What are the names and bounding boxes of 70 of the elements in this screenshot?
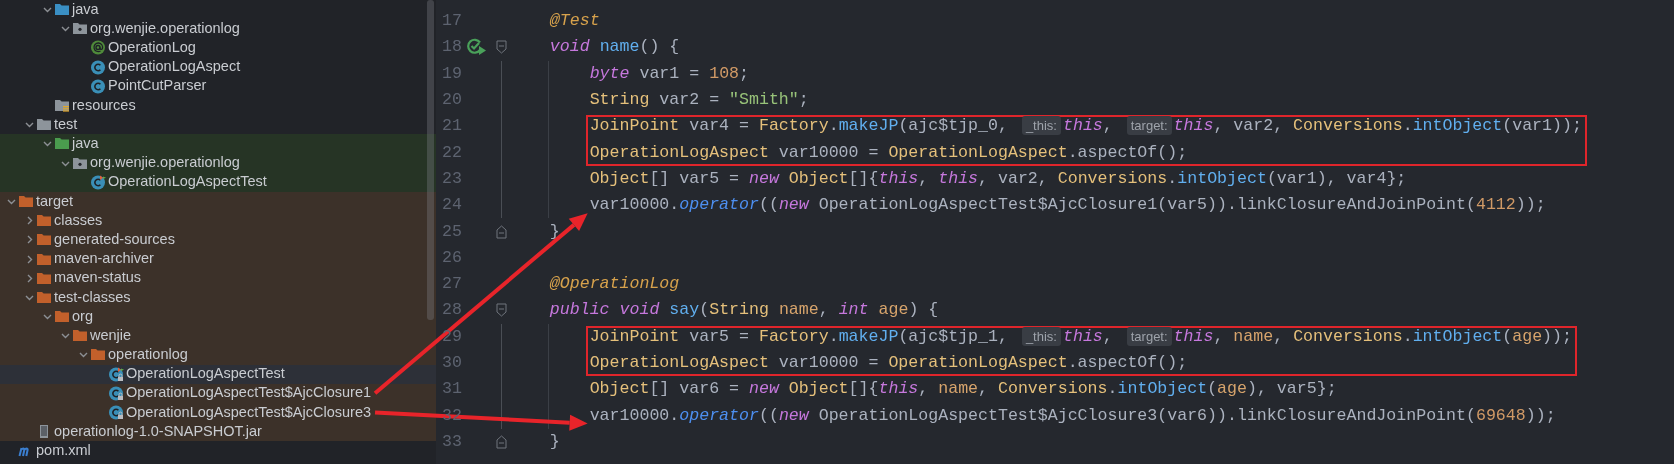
class-icon [90,78,106,94]
code-line: public void say(String name, int age) { [549,299,939,322]
tree-item[interactable]: operationlog-1.0-SNAPSHOT.jar [0,422,436,442]
line-number: 30 [441,354,462,372]
tree-item[interactable]: target [0,191,436,212]
code-line: } [549,430,560,453]
code-line: var10000.operator((new OperationLogAspectTest$AjcClosure3(var6)).linkClosureAndJoinPoint(69648)); [589,404,1556,427]
class-icon [108,385,124,401]
tree-item[interactable]: operationlog [0,345,436,365]
tree-item[interactable]: pom.xml [0,441,436,461]
line-number: 20 [441,91,462,110]
code-line: @Test [549,10,600,33]
line-number: 25 [441,222,462,241]
package-icon [72,21,88,37]
tree-item[interactable]: generated-sources [0,230,436,250]
line-number: 26 [441,248,462,267]
code-line: void name() { [549,36,680,59]
tree-item[interactable]: maven-archiver [0,249,436,269]
code-line: JoinPoint var5 = Factory.makeJP(ajc$tjp_1, _this: this, target: this, name, Conversions.intObject(age)); [589,325,1572,348]
code-line: JoinPoint var4 = Factory.makeJP(ajc$tjp_0, _this: this, target: this, var2, Conversions.intObject(var1)); [589,115,1582,138]
line-number: 23 [441,169,462,188]
code-line: } [549,220,560,243]
tree-item[interactable]: maven-status [0,268,436,288]
tree-item[interactable]: resources [0,95,436,116]
line-number: 18 [441,38,462,57]
line-number: 29 [441,327,462,346]
line-number: 31 [441,380,462,399]
fold-icon[interactable] [495,303,507,318]
line-number: 19 [441,64,462,83]
code-line: byte var1 = 108; [589,62,749,85]
line-number: 22 [441,143,462,162]
code-line: OperationLogAspect var10000 = OperationLogAspect.aspectOf(); [589,141,1188,164]
code-line: @OperationLog [549,273,680,296]
code-line: Object[] var5 = new Object[]{this, this, var2, Conversions.intObject(var1), var4}; [589,167,1407,190]
code-line: OperationLogAspect var10000 = OperationLogAspect.aspectOf(); [589,352,1188,374]
class-icon [90,59,106,75]
line-number: 21 [441,117,462,136]
tree-item[interactable]: wenjie [0,326,436,346]
line-number: 33 [441,432,462,451]
tree-item[interactable]: PointCutParser [0,76,436,96]
scrollbar-thumb[interactable] [427,0,434,320]
fold-icon[interactable] [495,434,507,449]
tree-item[interactable]: OperationLogAspect [0,57,436,77]
tree-item[interactable]: OperationLog [0,38,436,58]
tree-item[interactable]: org.wenjie.operationlog [0,19,436,39]
tree-item[interactable]: java [0,134,436,154]
line-number: 17 [441,12,462,31]
tree-item[interactable]: org [0,307,436,327]
package-icon [72,155,88,171]
class-icon [108,405,124,421]
tree-item[interactable]: classes [0,211,436,231]
annotation-icon [90,40,106,56]
run-icon[interactable] [467,38,487,57]
test-class-icon [108,366,124,382]
folder-icon [54,2,70,18]
test-class-icon [90,174,106,190]
resources-folder-icon [54,98,70,114]
code-line: Object[] var6 = new Object[]{this, name, Conversions.intObject(age), var5}; [589,378,1337,401]
tree-item[interactable]: OperationLogAspectTest [0,172,436,192]
tree-item[interactable]: test-classes [0,287,436,307]
fold-icon[interactable] [495,40,507,55]
tree-item[interactable]: java [0,0,436,20]
line-number: 24 [441,196,462,215]
tree-item[interactable]: org.wenjie.operationlog [0,153,436,173]
code-line: String var2 = "Smith"; [589,89,809,112]
line-number: 27 [441,275,462,294]
line-number: 28 [441,301,462,320]
code-line: var10000.operator((new OperationLogAspectTest$AjcClosure1(var5)).linkClosureAndJoinPoint(4112)); [589,194,1546,217]
fold-icon[interactable] [495,224,507,239]
tree-item[interactable]: test [0,115,436,135]
